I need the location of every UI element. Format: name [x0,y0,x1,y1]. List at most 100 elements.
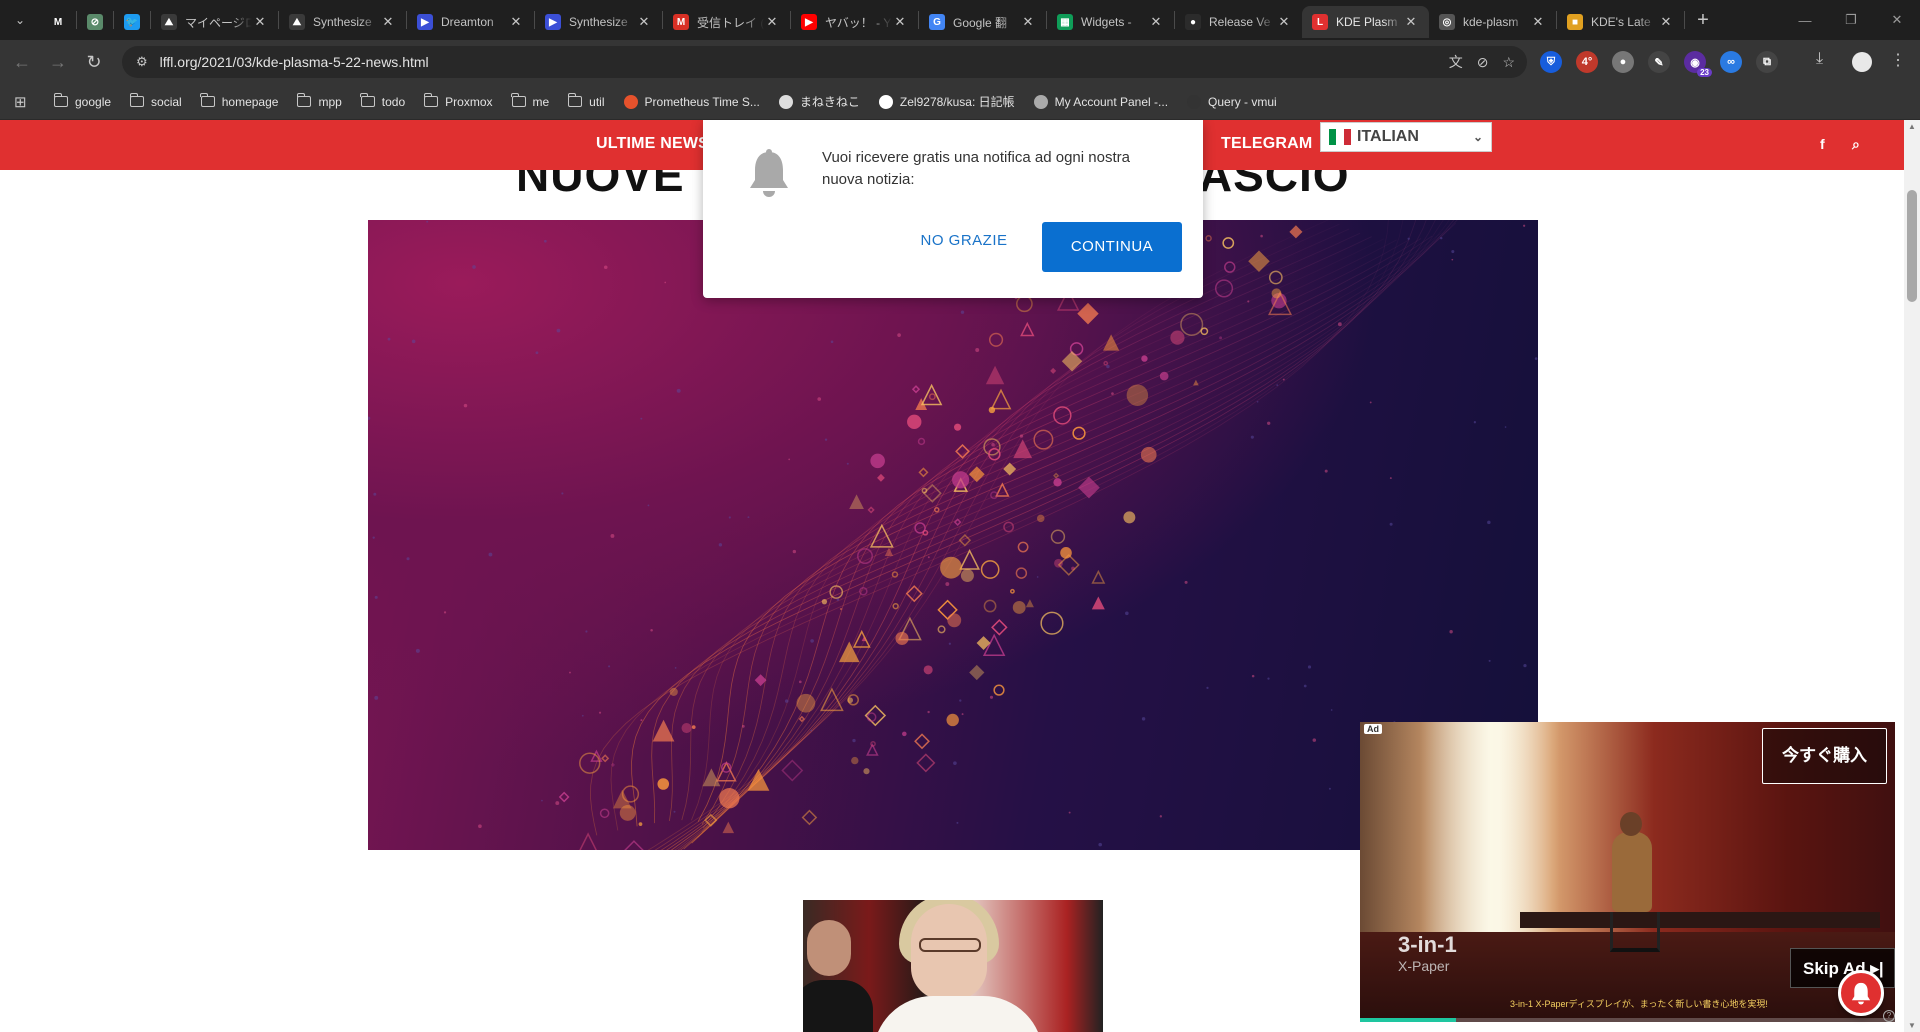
decline-button[interactable]: NO GRAZIE [910,222,1018,260]
apps-grid-icon[interactable]: ⊞ [14,93,40,111]
browser-tab[interactable]: ▶ Synthesize ✕ [535,6,662,38]
ad-info-icon[interactable]: ? [1883,1010,1895,1022]
bookmark-folder[interactable]: google [53,93,111,109]
new-tab-plus-icon[interactable]: + [1685,9,1721,32]
profile-avatar[interactable] [1852,52,1872,72]
notification-bell-button[interactable] [1838,970,1884,1016]
gray-circle-icon[interactable]: ● [1612,51,1634,73]
browser-tab[interactable]: G Google 翻 ✕ [919,6,1046,38]
hero-particle [1053,472,1060,479]
purple-ext-icon[interactable]: ◉ 23 [1684,51,1712,77]
browser-tab[interactable]: 🐦 [114,6,150,38]
bookmark-folder[interactable]: Proxmox [423,93,493,109]
browser-tab[interactable]: ▦ Widgets - ✕ [1047,6,1174,38]
tab-close-icon[interactable]: ✕ [1020,14,1036,30]
page-scrollbar[interactable]: ▲ ▼ [1904,120,1920,1032]
search-icon[interactable]: ⌕ [1852,120,1860,170]
nav-latest-news[interactable]: ULTIME NEWS [596,120,709,170]
buy-now-button[interactable]: 今すぐ購入 [1762,728,1887,784]
bookmark-link[interactable]: My Account Panel -... [1033,94,1168,109]
bookmark-folder[interactable]: util [567,93,605,109]
hero-dust [1449,630,1453,634]
browser-tab[interactable]: ◎ kde-plasm ✕ [1429,6,1556,38]
bookmark-label: util [589,94,605,109]
twitter-bird-icon: 🐦 [124,14,140,30]
hero-dust [664,281,667,284]
tab-close-icon[interactable]: ✕ [1276,14,1292,30]
browser-tab[interactable]: M 受信トレイ (✕ [663,6,790,38]
tab-close-icon[interactable]: ✕ [1530,14,1546,30]
tab-close-icon[interactable]: ✕ [636,14,652,30]
tab-close-icon[interactable]: ✕ [508,14,524,30]
ad-progress-fill [1360,1018,1457,1022]
kebab-menu-icon[interactable]: ⋮ [1890,50,1906,70]
browser-tab[interactable]: ▶ Dreamton ✕ [407,6,534,38]
tab-close-icon[interactable]: ✕ [1403,14,1419,30]
puzzle-icon[interactable]: ⧉ [1756,51,1778,73]
hero-dust [1487,520,1491,525]
bookmark-link[interactable]: Prometheus Time S... [623,94,760,109]
hero-dust [927,556,930,559]
eye-slash-icon[interactable]: ⊘ [1477,54,1489,71]
tab-close-icon[interactable]: ✕ [892,14,908,30]
browser-tab[interactable]: ■ KDE's Late ✕ [1557,6,1684,38]
minimize-icon[interactable]: — [1782,0,1828,40]
hero-dust [569,671,571,674]
translate-icon[interactable]: 文 [1449,52,1463,72]
bookmark-folder[interactable]: mpp [296,93,342,109]
address-bar[interactable]: ⚙ lffl.org/2021/03/kde-plasma-5-22-news.… [122,46,1527,78]
mask-icon[interactable]: ∞ [1720,51,1742,73]
downloads-icon[interactable]: ⤓ [1816,50,1823,68]
tab-close-icon[interactable]: ✕ [1658,14,1674,30]
bitwarden-icon[interactable]: ⛨ [1540,51,1562,73]
close-window-icon[interactable]: ✕ [1874,0,1920,40]
eyedropper-icon[interactable]: ✎ [1648,51,1670,73]
hero-dust [1523,664,1527,668]
hero-dust [373,492,377,496]
site-info-icon[interactable]: ⚙ [136,54,148,70]
hero-particle [946,713,959,727]
bookmark-star-icon[interactable]: ☆ [1502,54,1515,71]
bookmark-link[interactable]: まねきねこ [778,93,860,110]
nav-telegram[interactable]: TELEGRAM [1221,120,1312,170]
scroll-up-arrow-icon[interactable]: ▲ [1908,122,1916,131]
browser-tab[interactable]: ⛰ マイページロ ✕ [151,6,278,38]
related-article-photo[interactable] [803,900,1103,1032]
browser-tab[interactable]: M [40,6,76,38]
browser-tab[interactable]: ⛰ Synthesize ✕ [279,6,406,38]
reload-icon[interactable]: ↻ [76,44,112,80]
url-text[interactable]: lffl.org/2021/03/kde-plasma-5-22-news.ht… [160,54,429,70]
hero-particle [877,473,885,482]
4-degree-icon[interactable]: 4° [1576,51,1598,73]
bookmark-folder[interactable]: social [129,93,182,109]
tab-close-icon[interactable]: ✕ [1148,14,1164,30]
browser-tab[interactable]: ▶ ヤバッ！ - Y ✕ [791,6,918,38]
hero-dust [443,611,447,614]
scrollbar-thumb[interactable] [1907,190,1917,302]
bookmark-folder[interactable]: todo [360,93,405,109]
bookmark-folder[interactable]: homepage [200,93,278,109]
facebook-icon[interactable]: f [1820,120,1825,170]
bookmark-link[interactable]: Zel9278/kusa: 日記帳 [878,93,1015,110]
m-app-icon: M [50,14,66,30]
continue-button[interactable]: CONTINUA [1042,222,1182,272]
back-arrow-icon[interactable]: ← [4,44,40,80]
tab-close-icon[interactable]: ✕ [252,14,268,30]
scroll-down-arrow-icon[interactable]: ▼ [1908,1021,1916,1030]
tab-title: Synthesize [313,15,372,29]
restore-icon[interactable]: ❐ [1828,0,1874,40]
hero-dust [1303,684,1307,688]
bookmark-link[interactable]: Query - vmui [1187,94,1277,109]
browser-tab[interactable]: L KDE Plasm ✕ [1302,6,1429,38]
video-ad[interactable]: Ad 今すぐ購入 3-in-1 X-Paper 3-in-1 X-Paperディ… [1360,722,1895,1022]
forward-arrow-icon[interactable]: → [40,44,76,80]
tab-close-icon[interactable]: ✕ [764,14,780,30]
browser-tab[interactable]: ⊘ [77,6,113,38]
language-select[interactable]: ITALIAN ⌄ [1320,122,1492,152]
bookmark-folder[interactable]: me [511,93,549,109]
browser-tab[interactable]: ● Release Ve ✕ [1175,6,1302,38]
tab-search-chevron-icon[interactable]: ⌄ [0,0,40,40]
tab-close-icon[interactable]: ✕ [380,14,396,30]
bookmark-label: まねきねこ [799,95,860,109]
hero-dust [581,714,584,717]
